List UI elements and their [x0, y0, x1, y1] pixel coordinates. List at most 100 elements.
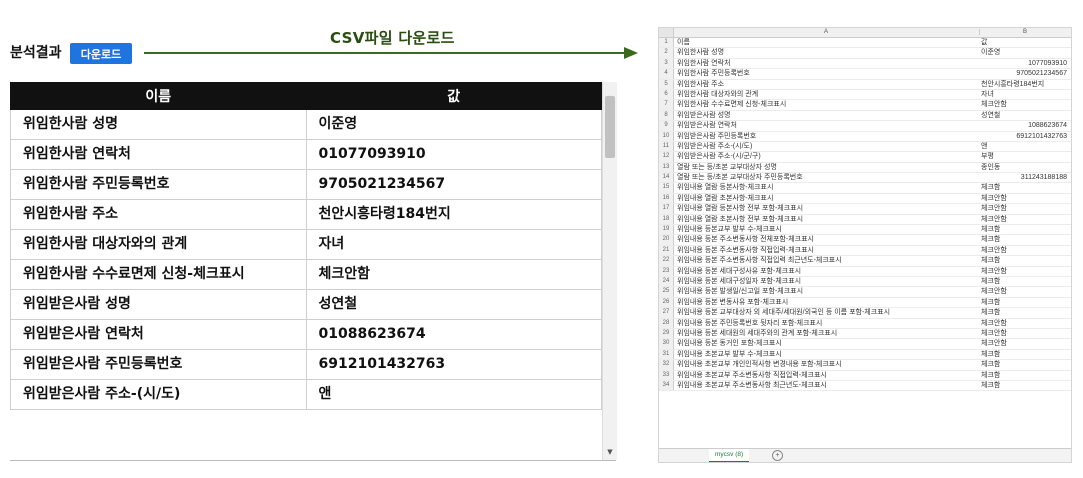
cell-b[interactable]: 6912101432763 — [981, 132, 1067, 141]
row-number[interactable]: 28 — [659, 318, 674, 328]
cell-a[interactable]: 위임내용 열람 초본사항 전부 포함-체크표시 — [677, 215, 977, 224]
cell-b[interactable]: 이준영 — [981, 48, 1067, 57]
row-number[interactable]: 29 — [659, 328, 674, 339]
cell-b[interactable]: 체크안함 — [981, 204, 1067, 213]
sheet-tab-mycsv[interactable]: mycsv (8) — [709, 449, 750, 462]
row-number[interactable]: 13 — [659, 162, 674, 173]
cell-b[interactable]: 체크안함 — [981, 319, 1067, 328]
cell-a[interactable]: 위임받은사람 주소-(시/도) — [677, 142, 977, 151]
cell-b[interactable]: 1088623674 — [981, 121, 1067, 130]
cell-b[interactable]: 체크안함 — [981, 100, 1067, 109]
row-number[interactable]: 10 — [659, 131, 674, 141]
cell-b[interactable]: 체크함 — [981, 381, 1067, 390]
row-number[interactable]: 7 — [659, 100, 674, 110]
row-number[interactable]: 30 — [659, 339, 674, 349]
cell-b[interactable]: 체크안함 — [981, 267, 1067, 276]
cell-b[interactable]: 체크안함 — [981, 215, 1067, 224]
cell-b[interactable]: 체크함 — [981, 235, 1067, 244]
cell-a[interactable]: 이름 — [677, 38, 977, 47]
cell-a[interactable]: 위임받은사람 주민등록번호 — [677, 132, 977, 141]
cell-a[interactable]: 위임내용 등본 교부대상자 외 세대주/세대원/외국인 등 이름 포함-체크표시 — [677, 308, 977, 317]
cell-a[interactable]: 위임내용 열람 초본사항-체크표시 — [677, 194, 977, 203]
cell-a[interactable]: 위임한사람 주소 — [677, 80, 977, 89]
row-number[interactable]: 33 — [659, 370, 674, 380]
row-number[interactable]: 2 — [659, 48, 674, 58]
cell-a[interactable]: 위임내용 열람 등본사항-체크표시 — [677, 183, 977, 192]
row-number[interactable]: 5 — [659, 79, 674, 89]
cell-b[interactable]: 값 — [981, 38, 1067, 47]
row-number[interactable]: 26 — [659, 297, 674, 308]
select-all-corner[interactable] — [659, 28, 674, 37]
cell-a[interactable]: 위임내용 등본 주소변동사항 전체포함-체크표시 — [677, 235, 977, 244]
row-number[interactable]: 15 — [659, 183, 674, 193]
row-number[interactable]: 31 — [659, 349, 674, 360]
row-number[interactable]: 4 — [659, 69, 674, 79]
add-sheet-icon[interactable]: + — [772, 450, 783, 461]
cell-a[interactable]: 위임내용 초본교부 개인인적사항 변경내용 포함-체크표시 — [677, 360, 977, 369]
cell-a[interactable]: 위임한사람 수수료면제 신청-체크표시 — [677, 100, 977, 109]
cell-a[interactable]: 위임한사람 연락처 — [677, 59, 977, 68]
row-number[interactable]: 20 — [659, 235, 674, 245]
cell-a[interactable]: 위임내용 등본 세대구성사유 포함-체크표시 — [677, 267, 977, 276]
cell-a[interactable]: 위임내용 초본교부 주소변동사항 최근년도-체크표시 — [677, 381, 977, 390]
row-number[interactable]: 24 — [659, 276, 674, 287]
cell-b[interactable]: 311243188188 — [981, 173, 1067, 182]
scroll-down-icon[interactable]: ▼ — [603, 448, 617, 458]
cell-b[interactable]: 체크안함 — [981, 287, 1067, 296]
cell-b[interactable]: 체크함 — [981, 350, 1067, 359]
row-number[interactable]: 21 — [659, 245, 674, 256]
row-number[interactable]: 6 — [659, 89, 674, 100]
cell-b[interactable]: 체크함 — [981, 183, 1067, 192]
row-number[interactable]: 34 — [659, 380, 674, 391]
cell-a[interactable]: 위임한사람 성명 — [677, 48, 977, 57]
row-number[interactable]: 8 — [659, 110, 674, 121]
row-number[interactable]: 9 — [659, 121, 674, 131]
row-number[interactable]: 32 — [659, 360, 674, 370]
cell-b[interactable]: 천안시흥타령184번지 — [981, 80, 1067, 89]
scroll-thumb[interactable] — [605, 96, 615, 158]
cell-a[interactable]: 위임내용 등본 주소변동사항 직접입력-체크표시 — [677, 246, 977, 255]
cell-b[interactable]: 9705021234567 — [981, 69, 1067, 78]
cell-a[interactable]: 위임받은사람 주소-(시/군/구) — [677, 152, 977, 161]
row-number[interactable]: 17 — [659, 204, 674, 214]
cell-a[interactable]: 위임내용 초본교부 발부 수-체크표시 — [677, 350, 977, 359]
download-button[interactable]: 다운로드 — [70, 43, 132, 64]
row-number[interactable]: 12 — [659, 152, 674, 162]
row-number[interactable]: 25 — [659, 287, 674, 297]
cell-a[interactable]: 위임내용 등본교부 발부 수-체크표시 — [677, 225, 977, 234]
cell-a[interactable]: 위임한사람 대상자와의 관계 — [677, 90, 977, 99]
row-number[interactable]: 19 — [659, 225, 674, 235]
cell-b[interactable]: 체크안함 — [981, 246, 1067, 255]
cell-a[interactable]: 열람 또는 등/초본 교부대상자 주민등록번호 — [677, 173, 977, 182]
cell-a[interactable]: 위임한사람 주민등록번호 — [677, 69, 977, 78]
cell-b[interactable]: 부평 — [981, 152, 1067, 161]
cell-b[interactable]: 1077093910 — [981, 59, 1067, 68]
row-number[interactable]: 11 — [659, 141, 674, 152]
cell-a[interactable]: 위임내용 등본 변동사유 포함-체크표시 — [677, 298, 977, 307]
cell-b[interactable]: 체크함 — [981, 360, 1067, 369]
cell-b[interactable]: 성연철 — [981, 111, 1067, 120]
cell-a[interactable]: 위임내용 등본 세대원의 세대주와의 관계 포함-체크표시 — [677, 329, 977, 338]
cell-b[interactable]: 체크안함 — [981, 329, 1067, 338]
cell-a[interactable]: 위임내용 등본 주민등록번호 뒷자리 포함-체크표시 — [677, 319, 977, 328]
cell-a[interactable]: 위임내용 등본 주소변동사항 직접입력 최근년도-체크표시 — [677, 256, 977, 265]
row-number[interactable]: 23 — [659, 266, 674, 276]
row-number[interactable]: 1 — [659, 38, 674, 48]
cell-b[interactable]: 체크함 — [981, 256, 1067, 265]
cell-a[interactable]: 위임내용 초본교부 주소변동사항 직접입력-체크표시 — [677, 371, 977, 380]
cell-b[interactable]: 체크함 — [981, 371, 1067, 380]
row-number[interactable]: 14 — [659, 173, 674, 183]
table-scrollbar[interactable]: ▲ ▼ — [602, 82, 617, 460]
row-number[interactable]: 22 — [659, 256, 674, 266]
row-number[interactable]: 16 — [659, 193, 674, 204]
row-number[interactable]: 3 — [659, 58, 674, 69]
cell-b[interactable]: 체크안함 — [981, 339, 1067, 348]
cell-b[interactable]: 체크함 — [981, 225, 1067, 234]
cell-a[interactable]: 위임받은사람 성명 — [677, 111, 977, 120]
cell-b[interactable]: 체크안함 — [981, 194, 1067, 203]
cell-b[interactable]: 앤 — [981, 142, 1067, 151]
row-number[interactable]: 27 — [659, 308, 674, 318]
cell-b[interactable]: 체크함 — [981, 277, 1067, 286]
cell-b[interactable]: 종인동 — [981, 163, 1067, 172]
cell-b[interactable]: 체크함 — [981, 308, 1067, 317]
